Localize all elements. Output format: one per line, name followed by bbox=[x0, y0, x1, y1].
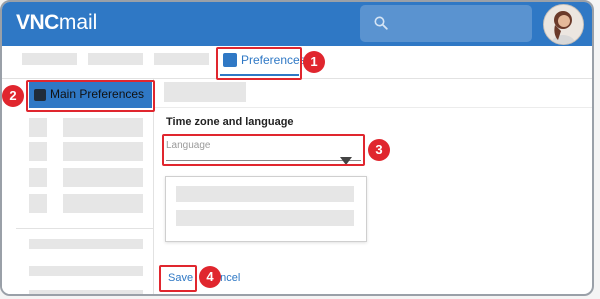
avatar-image bbox=[544, 5, 583, 44]
search-input[interactable] bbox=[360, 5, 532, 42]
search-icon bbox=[374, 16, 388, 30]
sidebar-item-placeholder[interactable] bbox=[63, 194, 143, 213]
sidebar-item-placeholder[interactable] bbox=[63, 118, 143, 137]
sidebar-item-icon-placeholder bbox=[29, 194, 47, 213]
tab-placeholder[interactable] bbox=[22, 53, 77, 65]
logo-mail: mail bbox=[58, 11, 98, 34]
step-badge-4: 4 bbox=[199, 266, 221, 288]
top-header: VNCmail bbox=[2, 2, 592, 46]
sidebar-item-icon-placeholder bbox=[29, 168, 47, 187]
content-divider bbox=[154, 107, 592, 108]
logo-vnc: VNC bbox=[16, 11, 59, 34]
tab-placeholder[interactable] bbox=[154, 53, 209, 65]
sidebar-item-placeholder[interactable] bbox=[63, 142, 143, 161]
sidebar-item-icon-placeholder bbox=[29, 142, 47, 161]
tab-placeholder[interactable] bbox=[88, 53, 143, 65]
dropdown-option[interactable] bbox=[176, 186, 354, 202]
content-heading-placeholder bbox=[164, 82, 246, 102]
avatar[interactable] bbox=[543, 4, 584, 45]
app-window: VNCmail Preferences Main Preferences Tim… bbox=[0, 0, 594, 296]
highlight-box-language bbox=[162, 134, 365, 166]
sidebar-item-placeholder[interactable] bbox=[29, 266, 143, 276]
step-badge-3: 3 bbox=[368, 139, 390, 161]
main-content: Time zone and language Language Save anc… bbox=[154, 79, 592, 294]
step-badge-1: 1 bbox=[303, 51, 325, 73]
highlight-box-preferences bbox=[216, 47, 302, 80]
sidebar-divider bbox=[16, 228, 154, 229]
language-dropdown-menu bbox=[165, 176, 367, 242]
highlight-box-save bbox=[159, 265, 197, 292]
step-badge-2: 2 bbox=[2, 85, 24, 107]
highlight-box-main-preferences bbox=[26, 80, 155, 112]
app-logo[interactable]: VNCmail bbox=[16, 11, 97, 35]
sidebar-item-placeholder[interactable] bbox=[29, 290, 143, 294]
section-title: Time zone and language bbox=[166, 116, 294, 128]
dropdown-option[interactable] bbox=[176, 210, 354, 226]
sidebar-item-placeholder[interactable] bbox=[29, 239, 143, 249]
sidebar-item-icon-placeholder bbox=[29, 118, 47, 137]
sidebar-item-placeholder[interactable] bbox=[63, 168, 143, 187]
